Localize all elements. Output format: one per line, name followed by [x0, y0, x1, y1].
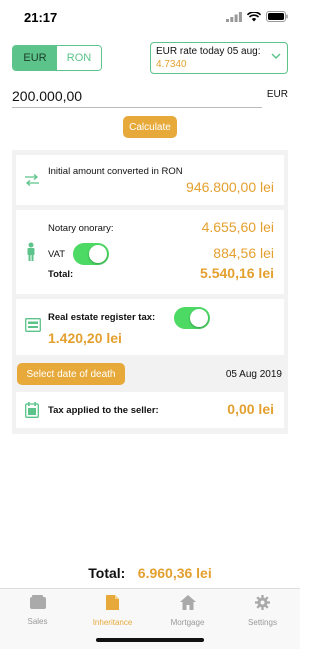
- chevron-down-icon: [271, 53, 281, 60]
- amount-input[interactable]: [12, 84, 262, 108]
- tab-inheritance-label: Inheritance: [92, 618, 133, 627]
- currency-toggle: EUR RON: [12, 45, 102, 71]
- converted-label: Initial amount converted in RON: [48, 166, 183, 177]
- converted-value: 946.800,00 lei: [186, 179, 274, 195]
- vat-value: 884,56 lei: [213, 245, 274, 261]
- seller-tax-card: Tax applied to the seller: 0,00 lei: [16, 392, 284, 428]
- house-icon: [179, 595, 196, 610]
- vat-toggle[interactable]: [73, 243, 109, 265]
- currency-option-ron[interactable]: RON: [57, 46, 101, 70]
- real-estate-label: Real estate register tax:: [48, 312, 156, 323]
- grand-total-label: Total:: [88, 565, 126, 581]
- amount-currency-label: EUR: [266, 89, 288, 100]
- vat-label: VAT: [48, 249, 66, 260]
- date-value: 05 Aug 2019: [225, 369, 282, 380]
- person-icon: [27, 242, 35, 261]
- tab-inheritance[interactable]: Inheritance: [75, 595, 150, 627]
- select-date-button[interactable]: Select date of death: [17, 363, 125, 385]
- tab-mortgage[interactable]: Mortgage: [150, 595, 225, 627]
- tab-settings-label: Settings: [248, 618, 277, 627]
- seller-tax-value: 0,00 lei: [227, 401, 274, 417]
- home-indicator: [96, 638, 204, 642]
- exchange-arrows-icon: [25, 174, 39, 186]
- calculate-button[interactable]: Calculate: [123, 116, 177, 138]
- status-bar: 21:17: [0, 0, 300, 36]
- results-panel: Initial amount converted in RON 946.800,…: [12, 150, 288, 434]
- grand-total-value: 6.960,36 lei: [137, 565, 212, 581]
- status-icons: [226, 11, 288, 22]
- real-estate-card: Real estate register tax: 1.420,20 lei: [16, 299, 284, 355]
- real-estate-toggle[interactable]: [174, 307, 210, 329]
- tab-sales[interactable]: Sales: [0, 595, 75, 626]
- seller-tax-label: Tax applied to the seller:: [48, 405, 159, 416]
- currency-option-eur[interactable]: EUR: [13, 46, 57, 70]
- notary-total-label: Total:: [48, 269, 74, 280]
- notary-label: Notary onorary:: [48, 223, 114, 234]
- vat-toggle-knob: [89, 245, 107, 263]
- tab-sales-label: Sales: [27, 617, 48, 626]
- notary-value: 4.655,60 lei: [201, 219, 274, 235]
- status-time: 21:17: [24, 10, 58, 25]
- grand-total: Total: 6.960,36 lei: [0, 565, 300, 583]
- battery-icon: [266, 11, 288, 22]
- real-estate-toggle-knob: [190, 309, 208, 327]
- signal-icon: [226, 11, 242, 22]
- exchange-rate-dropdown[interactable]: EUR rate today 05 aug: 4.7340: [150, 42, 288, 74]
- wifi-icon: [247, 11, 261, 21]
- rate-value: 4.7340: [156, 59, 187, 70]
- real-estate-value: 1.420,20 lei: [48, 330, 122, 346]
- document-icon: [106, 595, 119, 610]
- converted-amount-card: Initial amount converted in RON 946.800,…: [16, 155, 284, 205]
- rate-label: EUR rate today 05 aug:: [156, 46, 261, 57]
- calendar-icon: [25, 402, 39, 418]
- wallet-icon: [29, 595, 46, 609]
- gear-icon: [255, 595, 270, 610]
- notary-card: Notary onorary: 4.655,60 lei VAT 884,56 …: [16, 210, 284, 294]
- notary-total-value: 5.540,16 lei: [200, 265, 274, 281]
- tab-settings[interactable]: Settings: [225, 595, 300, 627]
- tab-mortgage-label: Mortgage: [170, 618, 205, 627]
- register-icon: [25, 318, 41, 332]
